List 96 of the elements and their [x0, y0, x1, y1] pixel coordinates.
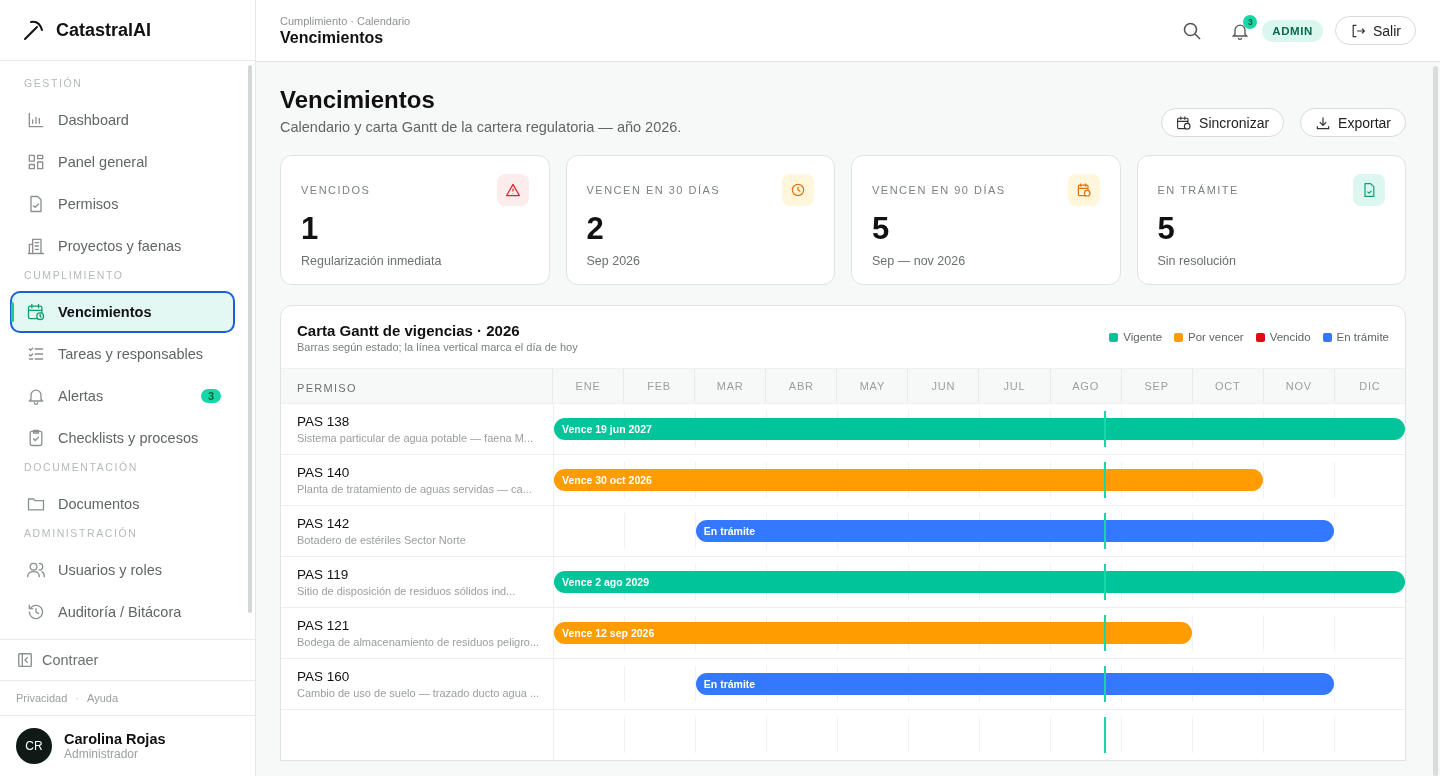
stat-value: 5	[1157, 210, 1176, 248]
permit-name: PAS 121	[297, 618, 351, 633]
month-header: MAR	[694, 369, 766, 403]
legend-label: Vencido	[1269, 331, 1311, 343]
stat-label: VENCEN EN 30 DÍAS	[586, 184, 721, 196]
user-name: Carolina Rojas	[64, 731, 166, 747]
gantt-bar: Vence 30 oct 2026	[554, 469, 1263, 491]
permit-description: Bodega de almacenamiento de residuos peligro...	[297, 635, 541, 650]
month-header: NOV	[1262, 369, 1334, 403]
sync-button[interactable]: Sincronizar	[1161, 108, 1285, 137]
legend-label: Por vencer	[1188, 331, 1244, 343]
sidebar-item[interactable]: Tareas y responsables	[10, 333, 235, 375]
month-header: DIC	[1333, 369, 1405, 403]
month-header: JUN	[907, 369, 979, 403]
page-subtitle: Calendario y carta Gantt de la cartera regulatoria — año 2026.	[280, 119, 682, 135]
sidebar-item[interactable]: Auditoría / Bitácora	[10, 591, 235, 633]
permit-description: Sitio de disposición de residuos sólidos ind...	[297, 584, 517, 599]
stat-note: Regularización inmediata	[301, 254, 443, 268]
legend-label: Vigente	[1123, 331, 1163, 343]
gantt-bar: Vence 2 ago 2029	[554, 571, 1405, 593]
user-role: Administrador	[64, 747, 140, 761]
month-header: FEB	[623, 369, 695, 403]
document-icon	[1361, 182, 1377, 198]
users-icon	[26, 560, 46, 580]
sidebar-item[interactable]: Proyectos y faenas	[10, 225, 235, 267]
permit-description: Botadero de estériles Sector Norte	[297, 533, 467, 548]
month-header: SEP	[1120, 369, 1192, 403]
chart-subtitle: Barras según estado; la línea vertical marca el día de hoy	[297, 340, 578, 353]
stat-label: VENCIDOS	[301, 184, 371, 196]
stat-value: 2	[586, 210, 605, 248]
stat-label: EN TRÁMITE	[1157, 184, 1239, 196]
notification-badge: 3	[1243, 14, 1258, 29]
clock-icon	[790, 182, 806, 198]
warning-icon	[504, 182, 521, 198]
calendar-icon	[26, 302, 46, 322]
sidebar-item[interactable]: Documentos	[10, 483, 235, 525]
month-header: MAY	[836, 369, 908, 403]
pickaxe-icon	[22, 18, 46, 42]
permit-description: Planta de tratamiento de aguas servidas — ca...	[297, 482, 533, 497]
building-icon	[26, 236, 46, 256]
gantt-bar: En trámite	[695, 673, 1335, 695]
calendar-icon	[1075, 182, 1092, 198]
download-icon	[1315, 114, 1332, 131]
stat-note: Sin resolución	[1157, 254, 1237, 268]
gantt-bar: Vence 12 sep 2026	[554, 622, 1193, 644]
chart-title: Carta Gantt de vigencias · 2026	[297, 321, 521, 339]
permit-name: PAS 160	[297, 669, 351, 684]
calendar-icon	[1176, 114, 1193, 131]
month-header: ENE	[574, 379, 602, 394]
logout-button[interactable]: Salir	[1335, 16, 1416, 45]
gantt-bar: En trámite	[695, 520, 1335, 542]
section-title: ADMINISTRACIÓN	[23, 526, 139, 541]
permit-description: Cambio de uso de suelo — trazado ducto agua ...	[297, 686, 541, 701]
sidebar-item[interactable]: Vencimientos	[10, 291, 235, 333]
legend-label: En trámite	[1336, 331, 1389, 343]
collapse-icon	[16, 651, 34, 669]
sidebar-item[interactable]: Panel general	[10, 141, 235, 183]
grid-icon	[26, 152, 46, 172]
section-title: CUMPLIMIENTO	[23, 268, 125, 283]
separator-dot: ·	[75, 692, 80, 704]
export-button[interactable]: Exportar	[1300, 108, 1406, 137]
breadcrumb: Cumplimiento · Calendario	[280, 14, 411, 27]
month-header: OCT	[1191, 369, 1263, 403]
section-title: DOCUMENTACIÓN	[23, 460, 139, 475]
gantt-bar: Vence 19 jun 2027	[554, 418, 1405, 440]
sidebar-item[interactable]: Permisos	[10, 183, 235, 225]
month-header: ABR	[765, 369, 837, 403]
sidebar-item[interactable]: Usuarios y roles	[10, 549, 235, 591]
search-icon[interactable]	[1182, 20, 1203, 41]
section-title: GESTIÓN	[23, 76, 84, 91]
permit-name: PAS 119	[297, 567, 350, 582]
collapse-button[interactable]: Contraer	[0, 639, 255, 681]
column-header: PERMISO	[281, 369, 553, 403]
sidebar-item[interactable]: Dashboard	[10, 99, 235, 141]
permit-description: Sistema particular de agua potable — faena M...	[297, 431, 535, 446]
stat-label: VENCEN EN 90 DÍAS	[872, 184, 1006, 196]
sidebar-item[interactable]: Alertas 3	[10, 375, 235, 417]
permit-name: PAS 140	[297, 465, 351, 480]
stat-value: 5	[872, 210, 891, 248]
page-title: Vencimientos	[280, 86, 436, 114]
logout-icon	[1350, 22, 1366, 39]
sidebar-item[interactable]: Checklists y procesos	[10, 417, 235, 459]
permit-name: PAS 138	[297, 414, 351, 429]
chart-icon	[26, 110, 46, 130]
history-icon	[26, 602, 46, 622]
avatar: CR	[16, 728, 52, 764]
brand-name: CatastralAI	[56, 19, 152, 41]
stat-note: Sep 2026	[586, 254, 642, 268]
count-badge: 3	[200, 389, 221, 403]
stat-value: 1	[301, 210, 320, 248]
permit-name: PAS 142	[297, 516, 351, 531]
month-header: JUL	[978, 369, 1050, 403]
header-title: Vencimientos	[280, 28, 385, 47]
role-badge: ADMIN	[1262, 19, 1323, 42]
month-header: AGO	[1049, 369, 1121, 403]
stat-note: Sep — nov 2026	[872, 254, 967, 268]
